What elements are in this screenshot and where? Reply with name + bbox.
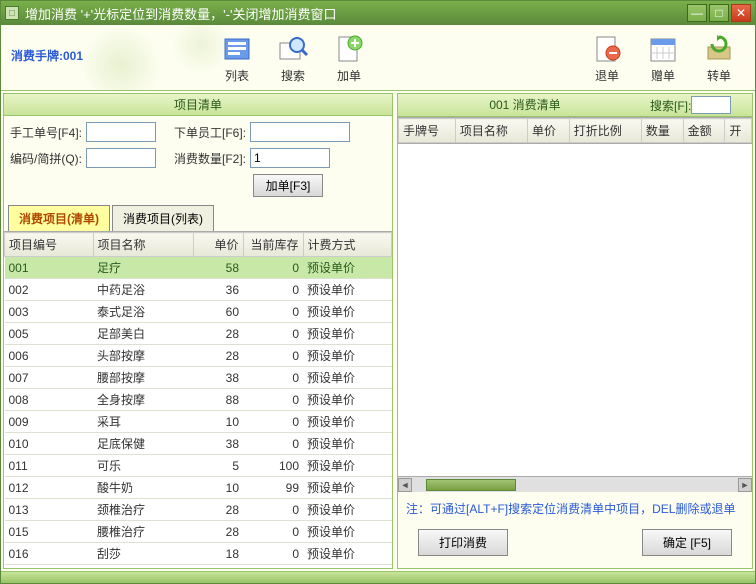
scroll-left-icon[interactable]: ◄	[398, 478, 412, 492]
ticket-label: 消费手牌:001	[11, 47, 83, 64]
left-panel: 项目清单 手工单号[F4]: 下单员工[F6]: 编码/简拼(Q): 消费数量[…	[3, 93, 393, 569]
app-icon: □	[5, 6, 19, 20]
table-row[interactable]: 015腰椎治疗280预设单价	[5, 521, 392, 543]
gift-label: 赠单	[651, 67, 675, 84]
add-button[interactable]: 加单	[321, 33, 377, 86]
rcol-discount[interactable]: 打折比例	[569, 119, 641, 143]
tab-items-table[interactable]: 消费项目(列表)	[112, 205, 214, 231]
rcol-name[interactable]: 项目名称	[455, 119, 527, 143]
table-row[interactable]: 010足底保健380预设单价	[5, 433, 392, 455]
col-name[interactable]: 项目名称	[93, 233, 193, 257]
manual-input[interactable]	[86, 122, 156, 142]
col-stock[interactable]: 当前库存	[243, 233, 303, 257]
footer-strip	[1, 571, 755, 583]
table-row[interactable]: 003泰式足浴600预设单价	[5, 301, 392, 323]
return-label: 退单	[595, 67, 619, 84]
code-label: 编码/简拼(Q):	[10, 150, 82, 167]
consume-grid-header: 手牌号 项目名称 单价 打折比例 数量 金额 开	[398, 117, 752, 143]
rcol-qty[interactable]: 数量	[641, 119, 683, 143]
table-row[interactable]: 016刮莎180预设单价	[5, 543, 392, 565]
calendar-icon	[647, 33, 679, 65]
close-button[interactable]: ✕	[731, 4, 751, 22]
h-scrollbar[interactable]: ◄ ►	[398, 476, 752, 492]
col-price[interactable]: 单价	[193, 233, 243, 257]
window-title: 增加消费 '+'光标定位到消费数量，'-'关闭增加消费窗口	[25, 4, 685, 23]
transfer-label: 转单	[707, 67, 731, 84]
search-icon	[277, 33, 309, 65]
maximize-button[interactable]: □	[709, 4, 729, 22]
col-code[interactable]: 项目编号	[5, 233, 94, 257]
left-panel-title: 项目清单	[4, 94, 392, 116]
manual-label: 手工单号[F4]:	[10, 124, 82, 141]
qty-input[interactable]	[250, 148, 330, 168]
rcol-open[interactable]: 开	[725, 119, 752, 143]
right-title-text: 001 消费清单	[400, 96, 650, 114]
table-row[interactable]: 008全身按摩880预设单价	[5, 389, 392, 411]
right-panel-title: 001 消费清单 搜索[F]:	[398, 94, 752, 117]
list-button[interactable]: 列表	[209, 33, 265, 86]
hint-note: 注：可通过[ALT+F]搜索定位消费清单中项目，DEL删除或退单	[398, 492, 752, 521]
search-mini-label: 搜索[F]:	[650, 97, 691, 114]
titlebar: □ 增加消费 '+'光标定位到消费数量，'-'关闭增加消费窗口 — □ ✕	[1, 1, 755, 25]
rcol-amount[interactable]: 金额	[683, 119, 725, 143]
print-button[interactable]: 打印消费	[418, 529, 508, 556]
table-row[interactable]: 001足疗580预设单价	[5, 257, 392, 279]
table-row[interactable]: 009采耳100预设单价	[5, 411, 392, 433]
table-row[interactable]: 012酸牛奶1099预设单价	[5, 477, 392, 499]
gift-button[interactable]: 赠单	[635, 33, 691, 86]
table-row[interactable]: 011可乐5100预设单价	[5, 455, 392, 477]
list-icon	[221, 33, 253, 65]
table-row[interactable]: 013颈椎治疗280预设单价	[5, 499, 392, 521]
rcol-ticket[interactable]: 手牌号	[399, 119, 456, 143]
code-input[interactable]	[86, 148, 156, 168]
transfer-icon	[703, 33, 735, 65]
table-row[interactable]: 801801包间00*	[5, 565, 392, 569]
table-row[interactable]: 005足部美白280预设单价	[5, 323, 392, 345]
search-button[interactable]: 搜索	[265, 33, 321, 86]
col-calc[interactable]: 计费方式	[303, 233, 392, 257]
items-grid[interactable]: 项目编号 项目名称 单价 当前库存 计费方式 001足疗580预设单价002中药…	[4, 231, 392, 568]
scroll-thumb[interactable]	[426, 479, 516, 491]
search-mini-input[interactable]	[691, 96, 731, 114]
table-row[interactable]: 002中药足浴360预设单价	[5, 279, 392, 301]
emp-input[interactable]	[250, 122, 350, 142]
ok-button[interactable]: 确定 [F5]	[642, 529, 732, 556]
return-button[interactable]: 退单	[579, 33, 635, 86]
right-panel: 001 消费清单 搜索[F]: 手牌号 项目名称 单价 打折比例 数量 金额 开	[397, 93, 753, 569]
return-icon	[591, 33, 623, 65]
transfer-button[interactable]: 转单	[691, 33, 747, 86]
table-row[interactable]: 007腰部按摩380预设单价	[5, 367, 392, 389]
search-label: 搜索	[281, 67, 305, 84]
add-order-button[interactable]: 加单[F3]	[253, 174, 324, 197]
list-label: 列表	[225, 67, 249, 84]
consume-grid-body[interactable]	[398, 143, 752, 476]
minimize-button[interactable]: —	[687, 4, 707, 22]
table-row[interactable]: 006头部按摩280预设单价	[5, 345, 392, 367]
scroll-right-icon[interactable]: ►	[738, 478, 752, 492]
rcol-price[interactable]: 单价	[528, 119, 570, 143]
qty-label: 消费数量[F2]:	[174, 150, 246, 167]
emp-label: 下单员工[F6]:	[174, 124, 246, 141]
add-label: 加单	[337, 67, 361, 84]
tab-items-list[interactable]: 消费项目(清单)	[8, 205, 110, 231]
toolbar: 消费手牌:001 列表 搜索 加单 退单	[1, 25, 755, 91]
add-icon	[333, 33, 365, 65]
